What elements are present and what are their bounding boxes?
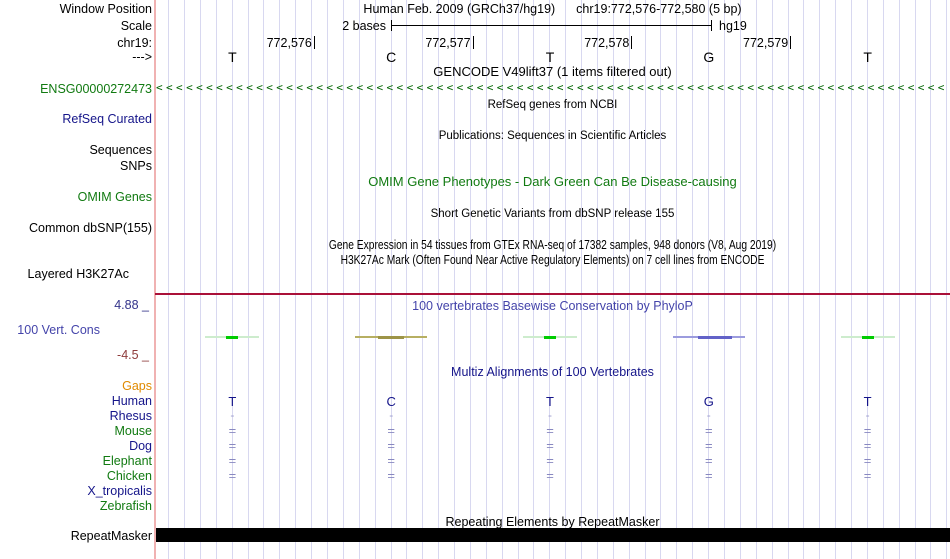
aligned-base: T: [546, 393, 554, 409]
alignment-equals-mark: =: [705, 453, 713, 468]
alignment-equals-mark: =: [705, 423, 713, 438]
species-label-x_tropicalis[interactable]: X_tropicalis: [0, 484, 152, 498]
scale-bar-right-tick: [711, 20, 712, 31]
aligned-base: C: [386, 393, 396, 409]
sequence-base: G: [703, 49, 715, 65]
publications-track-label-line1[interactable]: Sequences: [0, 143, 152, 157]
alignment-equals-mark: =: [387, 423, 395, 438]
multiz-track-title[interactable]: Multiz Alignments of 100 Vertebrates: [155, 365, 950, 379]
alignment-equals-mark: =: [387, 468, 395, 483]
genome-browser-view: Window Position Scale chr19: ---> ENSG00…: [0, 0, 950, 559]
species-label-dog[interactable]: Dog: [0, 439, 152, 453]
phylop-mark-core: [544, 335, 556, 339]
omim-track-title[interactable]: OMIM Gene Phenotypes - Dark Green Can Be…: [155, 175, 950, 189]
phylop-mark-core: [378, 335, 405, 339]
repeatmasker-track-title[interactable]: Repeating Elements by RepeatMasker: [155, 515, 950, 529]
alignment-equals-mark: =: [546, 423, 554, 438]
aligned-base: G: [703, 393, 714, 409]
alignment-equals-mark: =: [863, 468, 872, 483]
scale-value: 2 bases: [342, 18, 386, 33]
gene-strand-arrows[interactable]: <<<<<<<<<<<<<<<<<<<<<<<<<<<<<<<<<<<<<<<<…: [156, 81, 948, 94]
phylop-mark-core: [697, 335, 732, 339]
alignment-equals-mark: =: [387, 438, 395, 453]
ruler-tick-mark: [790, 36, 792, 49]
sequence-base: T: [545, 49, 555, 65]
assembly-short-label: hg19: [719, 18, 747, 33]
ruler-tick-mark: [631, 36, 633, 49]
alignment-dash-mark: -: [548, 408, 552, 422]
scale-bar: [391, 25, 711, 26]
alignment-equals-mark: =: [228, 438, 237, 453]
window-position-title: Human Feb. 2009 (GRCh37/hg19) chr19:772,…: [155, 2, 950, 16]
refseq-track-label[interactable]: RefSeq Curated: [0, 112, 152, 126]
alignment-equals-mark: =: [863, 453, 872, 468]
refseq-track-title[interactable]: RefSeq genes from NCBI: [155, 98, 950, 112]
window-coordinates: chr19:772,576-772,580 (5 bp): [576, 1, 742, 16]
species-label-chicken[interactable]: Chicken: [0, 469, 152, 483]
chromosome-label: chr19:: [117, 35, 152, 50]
omim-track-label[interactable]: OMIM Genes: [0, 190, 152, 204]
dbsnp-track-label[interactable]: Common dbSNP(155): [0, 221, 152, 235]
species-label-zebrafish[interactable]: Zebrafish: [0, 499, 152, 513]
alignment-equals-mark: =: [546, 468, 554, 483]
species-label-rhesus[interactable]: Rhesus: [0, 409, 152, 423]
gtex-track-title[interactable]: Gene Expression in 54 tissues from GTEx …: [227, 238, 879, 252]
publications-track-label-line2[interactable]: SNPs: [0, 159, 152, 173]
gencode-track-title[interactable]: GENCODE V49lift37 (1 items filtered out): [155, 65, 950, 79]
alignment-equals-mark: =: [863, 423, 872, 438]
species-label-gaps[interactable]: Gaps: [0, 379, 152, 393]
ruler-tick-label: 772,577: [425, 35, 471, 50]
scale-bar-left-tick: [391, 20, 392, 31]
alignment-dash-mark: -: [706, 408, 711, 422]
sequence-base: C: [386, 49, 397, 65]
assembly-name: Human Feb. 2009 (GRCh37/hg19): [363, 1, 556, 16]
alignment-equals-mark: =: [228, 423, 237, 438]
ruler-tick-label: 772,579: [743, 35, 789, 50]
h3k27ac-track-title[interactable]: H3K27Ac Mark (Often Found Near Active Re…: [227, 253, 879, 267]
alignment-equals-mark: =: [228, 453, 237, 468]
phylop-mark-core: [226, 335, 239, 339]
strand-direction-label: --->: [132, 50, 152, 64]
phylop-track-label[interactable]: 100 Vert. Cons: [0, 323, 100, 337]
window-position-label: Window Position: [59, 1, 152, 16]
sequence-base: T: [863, 49, 872, 65]
phylop-track-top-border: [155, 293, 950, 295]
species-label-mouse[interactable]: Mouse: [0, 424, 152, 438]
alignment-equals-mark: =: [546, 438, 554, 453]
alignment-equals-mark: =: [228, 468, 237, 483]
sequence-base: T: [228, 49, 237, 65]
alignment-dash-mark: -: [865, 408, 870, 422]
aligned-base: T: [228, 393, 237, 409]
dbsnp-track-title[interactable]: Short Genetic Variants from dbSNP releas…: [155, 207, 950, 221]
alignment-equals-mark: =: [387, 453, 395, 468]
alignment-equals-mark: =: [863, 438, 872, 453]
alignment-dash-mark: -: [389, 408, 394, 422]
ruler-tick-label: 772,578: [584, 35, 630, 50]
ruler-tick-mark: [472, 36, 474, 49]
species-label-human[interactable]: Human: [0, 394, 152, 408]
publications-track-title[interactable]: Publications: Sequences in Scientific Ar…: [155, 129, 950, 143]
ruler-tick-label: 772,576: [266, 35, 312, 50]
alignment-dash-mark: -: [230, 408, 235, 422]
repeatmasker-element-bar[interactable]: [156, 528, 950, 542]
phylop-axis-max: 4.88 _: [114, 297, 149, 312]
h3k27ac-track-label[interactable]: Layered H3K27Ac: [0, 267, 129, 281]
alignment-equals-mark: =: [705, 438, 713, 453]
phylop-track-title[interactable]: 100 vertebrates Basewise Conservation by…: [155, 299, 950, 313]
phylop-mark-core: [861, 335, 874, 339]
ruler-tick-mark: [313, 36, 315, 49]
phylop-axis-min: -4.5 _: [117, 347, 149, 362]
repeatmasker-track-label[interactable]: RepeatMasker: [0, 529, 152, 543]
species-label-elephant[interactable]: Elephant: [0, 454, 152, 468]
scale-label: Scale: [120, 18, 152, 33]
gencode-gene-id-label[interactable]: ENSG00000272473: [0, 82, 152, 96]
aligned-base: T: [863, 393, 872, 409]
alignment-equals-mark: =: [705, 468, 713, 483]
alignment-equals-mark: =: [546, 453, 554, 468]
